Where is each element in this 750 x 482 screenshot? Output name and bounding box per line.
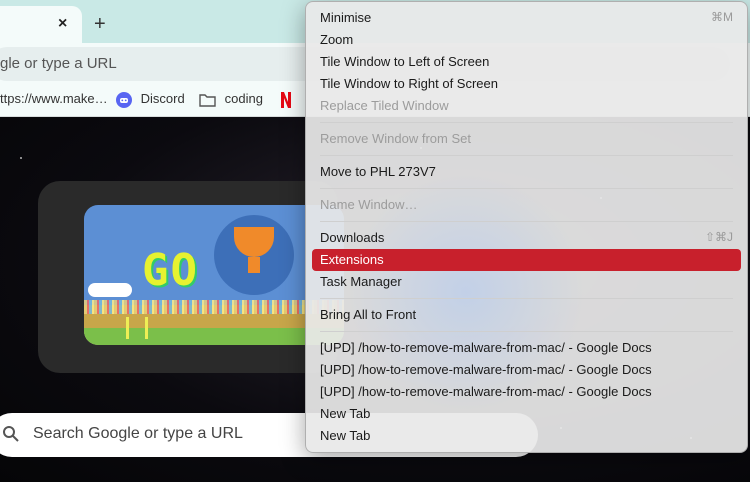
menu-item-label: Bring All to Front: [320, 307, 417, 322]
background-star: [20, 157, 22, 159]
menu-item-label: [UPD] /how-to-remove-malware-from-mac/ -…: [320, 340, 652, 355]
bookmark-item-make[interactable]: ttps://www.make…: [0, 91, 108, 106]
menu-item-replace-tiled: Replace Tiled Window: [312, 95, 741, 117]
menu-item-label: Tile Window to Right of Screen: [320, 76, 498, 91]
menu-item-label: Remove Window from Set: [320, 131, 471, 146]
menu-item-label: Task Manager: [320, 274, 402, 289]
menu-item-window-docs-3[interactable]: [UPD] /how-to-remove-malware-from-mac/ -…: [312, 381, 741, 403]
netflix-icon: [281, 91, 291, 108]
menu-item-label: Downloads: [320, 230, 385, 245]
menu-item-window-new-tab-1[interactable]: New Tab: [312, 403, 741, 425]
cloud-icon: [88, 283, 132, 297]
menu-item-tile-left[interactable]: Tile Window to Left of Screen: [312, 51, 741, 73]
new-tab-button[interactable]: +: [94, 14, 106, 34]
window-menu: Minimise ⌘M Zoom Tile Window to Left of …: [305, 1, 748, 453]
search-placeholder: Search Google or type a URL: [33, 425, 243, 442]
search-icon: [3, 426, 19, 442]
menu-shortcut: ⌘M: [711, 10, 733, 24]
menu-item-label: New Tab: [320, 428, 371, 443]
menu-item-remove-from-set: Remove Window from Set: [312, 128, 741, 150]
bookmark-item-discord[interactable]: Discord: [116, 91, 185, 108]
menu-item-extensions[interactable]: Extensions: [312, 249, 741, 271]
cricket-stumps-icon: [126, 317, 148, 339]
doodle-letters: GO: [142, 245, 199, 296]
menu-separator: [320, 221, 733, 222]
bookmark-label: coding: [224, 91, 263, 106]
menu-item-label: Replace Tiled Window: [320, 98, 449, 113]
doodle-card: GO: [38, 181, 344, 373]
menu-item-minimise[interactable]: Minimise ⌘M: [312, 7, 741, 29]
menu-separator: [320, 298, 733, 299]
menu-item-move-to-display[interactable]: Move to PHL 273V7: [312, 161, 741, 183]
menu-separator: [320, 155, 733, 156]
menu-item-window-docs-2[interactable]: [UPD] /how-to-remove-malware-from-mac/ -…: [312, 359, 741, 381]
menu-item-label: Extensions: [320, 252, 384, 267]
menu-separator: [320, 331, 733, 332]
menu-item-label: Name Window…: [320, 197, 418, 212]
menu-item-downloads[interactable]: Downloads ⇧⌘J: [312, 227, 741, 249]
menu-item-window-docs-1[interactable]: [UPD] /how-to-remove-malware-from-mac/ -…: [312, 337, 741, 359]
menu-item-label: [UPD] /how-to-remove-malware-from-mac/ -…: [320, 384, 652, 399]
menu-item-tile-right[interactable]: Tile Window to Right of Screen: [312, 73, 741, 95]
bookmark-label: ttps://www.make…: [0, 91, 108, 106]
active-tab[interactable]: ×: [0, 6, 82, 43]
bookmark-item-coding[interactable]: coding: [199, 91, 263, 107]
menu-item-name-window: Name Window…: [312, 194, 741, 216]
address-bar-placeholder: gle or type a URL: [0, 55, 117, 72]
menu-item-label: Zoom: [320, 32, 354, 47]
menu-item-label: [UPD] /how-to-remove-malware-from-mac/ -…: [320, 362, 652, 377]
tab-close-icon[interactable]: ×: [58, 15, 67, 33]
menu-shortcut: ⇧⌘J: [704, 230, 733, 244]
menu-item-label: Move to PHL 273V7: [320, 164, 436, 179]
bookmark-label: Discord: [140, 91, 185, 106]
folder-icon: [199, 93, 216, 107]
menu-item-label: New Tab: [320, 406, 371, 421]
trophy-base: [248, 257, 260, 273]
menu-item-zoom[interactable]: Zoom: [312, 29, 741, 51]
menu-separator: [320, 122, 733, 123]
menu-item-task-manager[interactable]: Task Manager: [312, 271, 741, 293]
discord-icon: [116, 91, 132, 108]
bookmark-item-netflix[interactable]: [280, 91, 292, 108]
menu-item-bring-all-to-front[interactable]: Bring All to Front: [312, 304, 741, 326]
menu-item-label: Tile Window to Left of Screen: [320, 54, 490, 69]
menu-separator: [320, 188, 733, 189]
menu-item-window-new-tab-2[interactable]: New Tab: [312, 425, 741, 447]
menu-item-label: Minimise: [320, 10, 372, 25]
